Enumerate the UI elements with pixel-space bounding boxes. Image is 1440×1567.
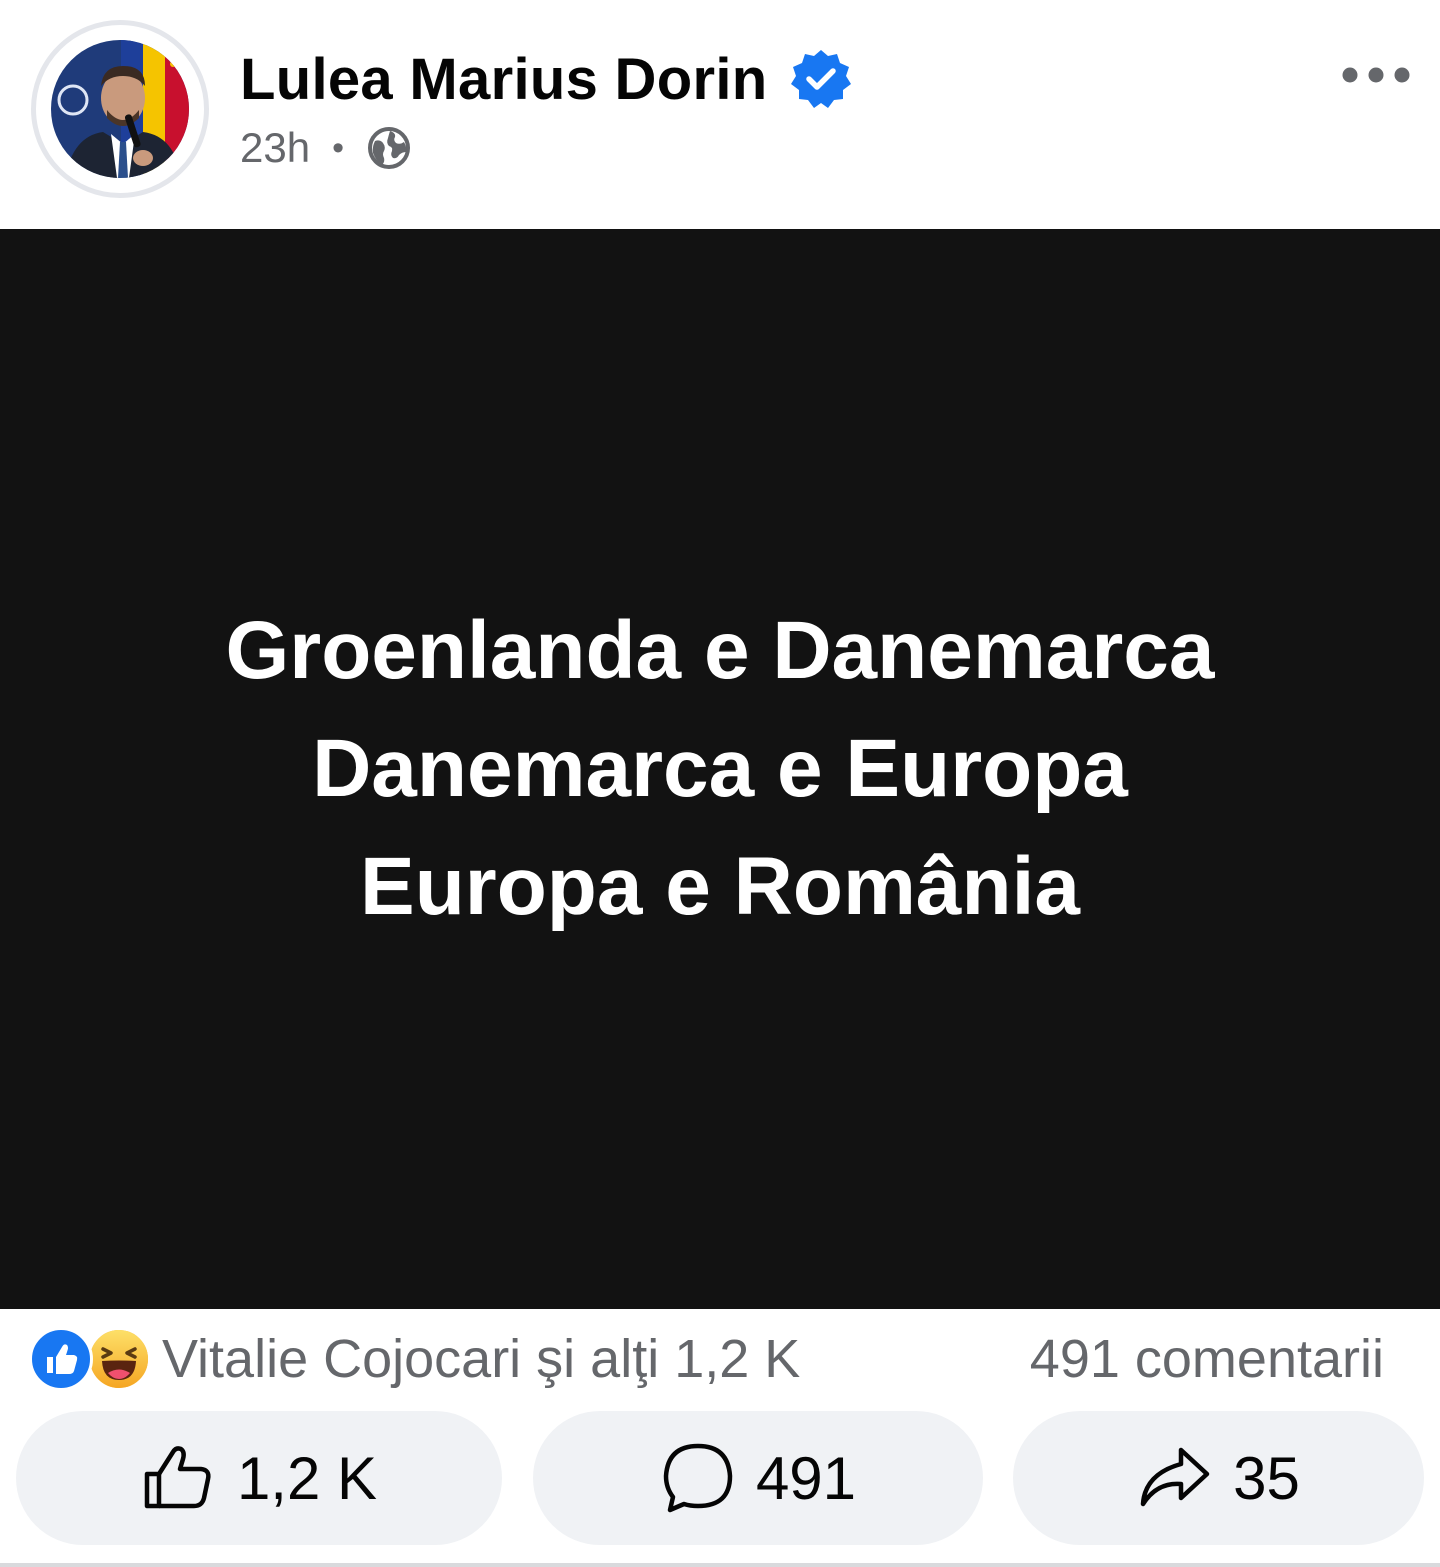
avatar-photo	[51, 40, 189, 178]
more-options-icon	[1342, 67, 1410, 83]
share-button[interactable]: 35	[1013, 1411, 1424, 1545]
post-actions: 1,2 K 491 35	[0, 1411, 1440, 1547]
image-text-line-2: Danemarca e Europa	[312, 723, 1128, 814]
post-image[interactable]: Groenlanda e Danemarca Danemarca e Europ…	[0, 229, 1440, 1309]
comment-bubble-icon	[663, 1443, 733, 1513]
image-text-line-3: Europa e România	[360, 841, 1080, 932]
image-text-line-1: Groenlanda e Danemarca	[225, 605, 1215, 696]
reaction-icons[interactable]	[29, 1327, 153, 1391]
post-meta: 23h •	[240, 122, 412, 174]
author-name-row: Lulea Marius Dorin	[240, 44, 852, 114]
meta-separator: •	[332, 128, 344, 167]
post-timestamp[interactable]: 23h	[240, 124, 310, 172]
share-arrow-icon	[1140, 1447, 1210, 1507]
post-header: Lulea Marius Dorin 23h •	[0, 0, 1440, 229]
comment-button[interactable]: 491	[533, 1411, 983, 1545]
facebook-post: Lulea Marius Dorin 23h • Groenlanda e Da…	[0, 0, 1440, 1567]
haha-reaction-icon	[87, 1327, 151, 1391]
verified-badge-icon	[790, 50, 851, 108]
like-button[interactable]: 1,2 K	[16, 1411, 502, 1545]
like-count: 1,2 K	[236, 1444, 378, 1512]
comment-count: 491	[755, 1444, 857, 1512]
reactors-summary-text[interactable]: Vitalie Cojocari şi alţi 1,2 K	[162, 1327, 800, 1391]
like-reaction-icon	[29, 1327, 93, 1391]
thumbs-up-icon	[144, 1446, 211, 1509]
author-avatar[interactable]	[31, 20, 209, 198]
more-options-button[interactable]	[1330, 50, 1422, 100]
globe-icon[interactable]	[366, 125, 412, 171]
bottom-divider	[0, 1563, 1440, 1567]
comments-summary-text[interactable]: 491 comentarii	[1030, 1327, 1384, 1391]
share-count: 35	[1233, 1444, 1300, 1512]
reactions-summary: Vitalie Cojocari şi alţi 1,2 K 491 comen…	[0, 1309, 1440, 1409]
author-name[interactable]: Lulea Marius Dorin	[240, 46, 768, 113]
